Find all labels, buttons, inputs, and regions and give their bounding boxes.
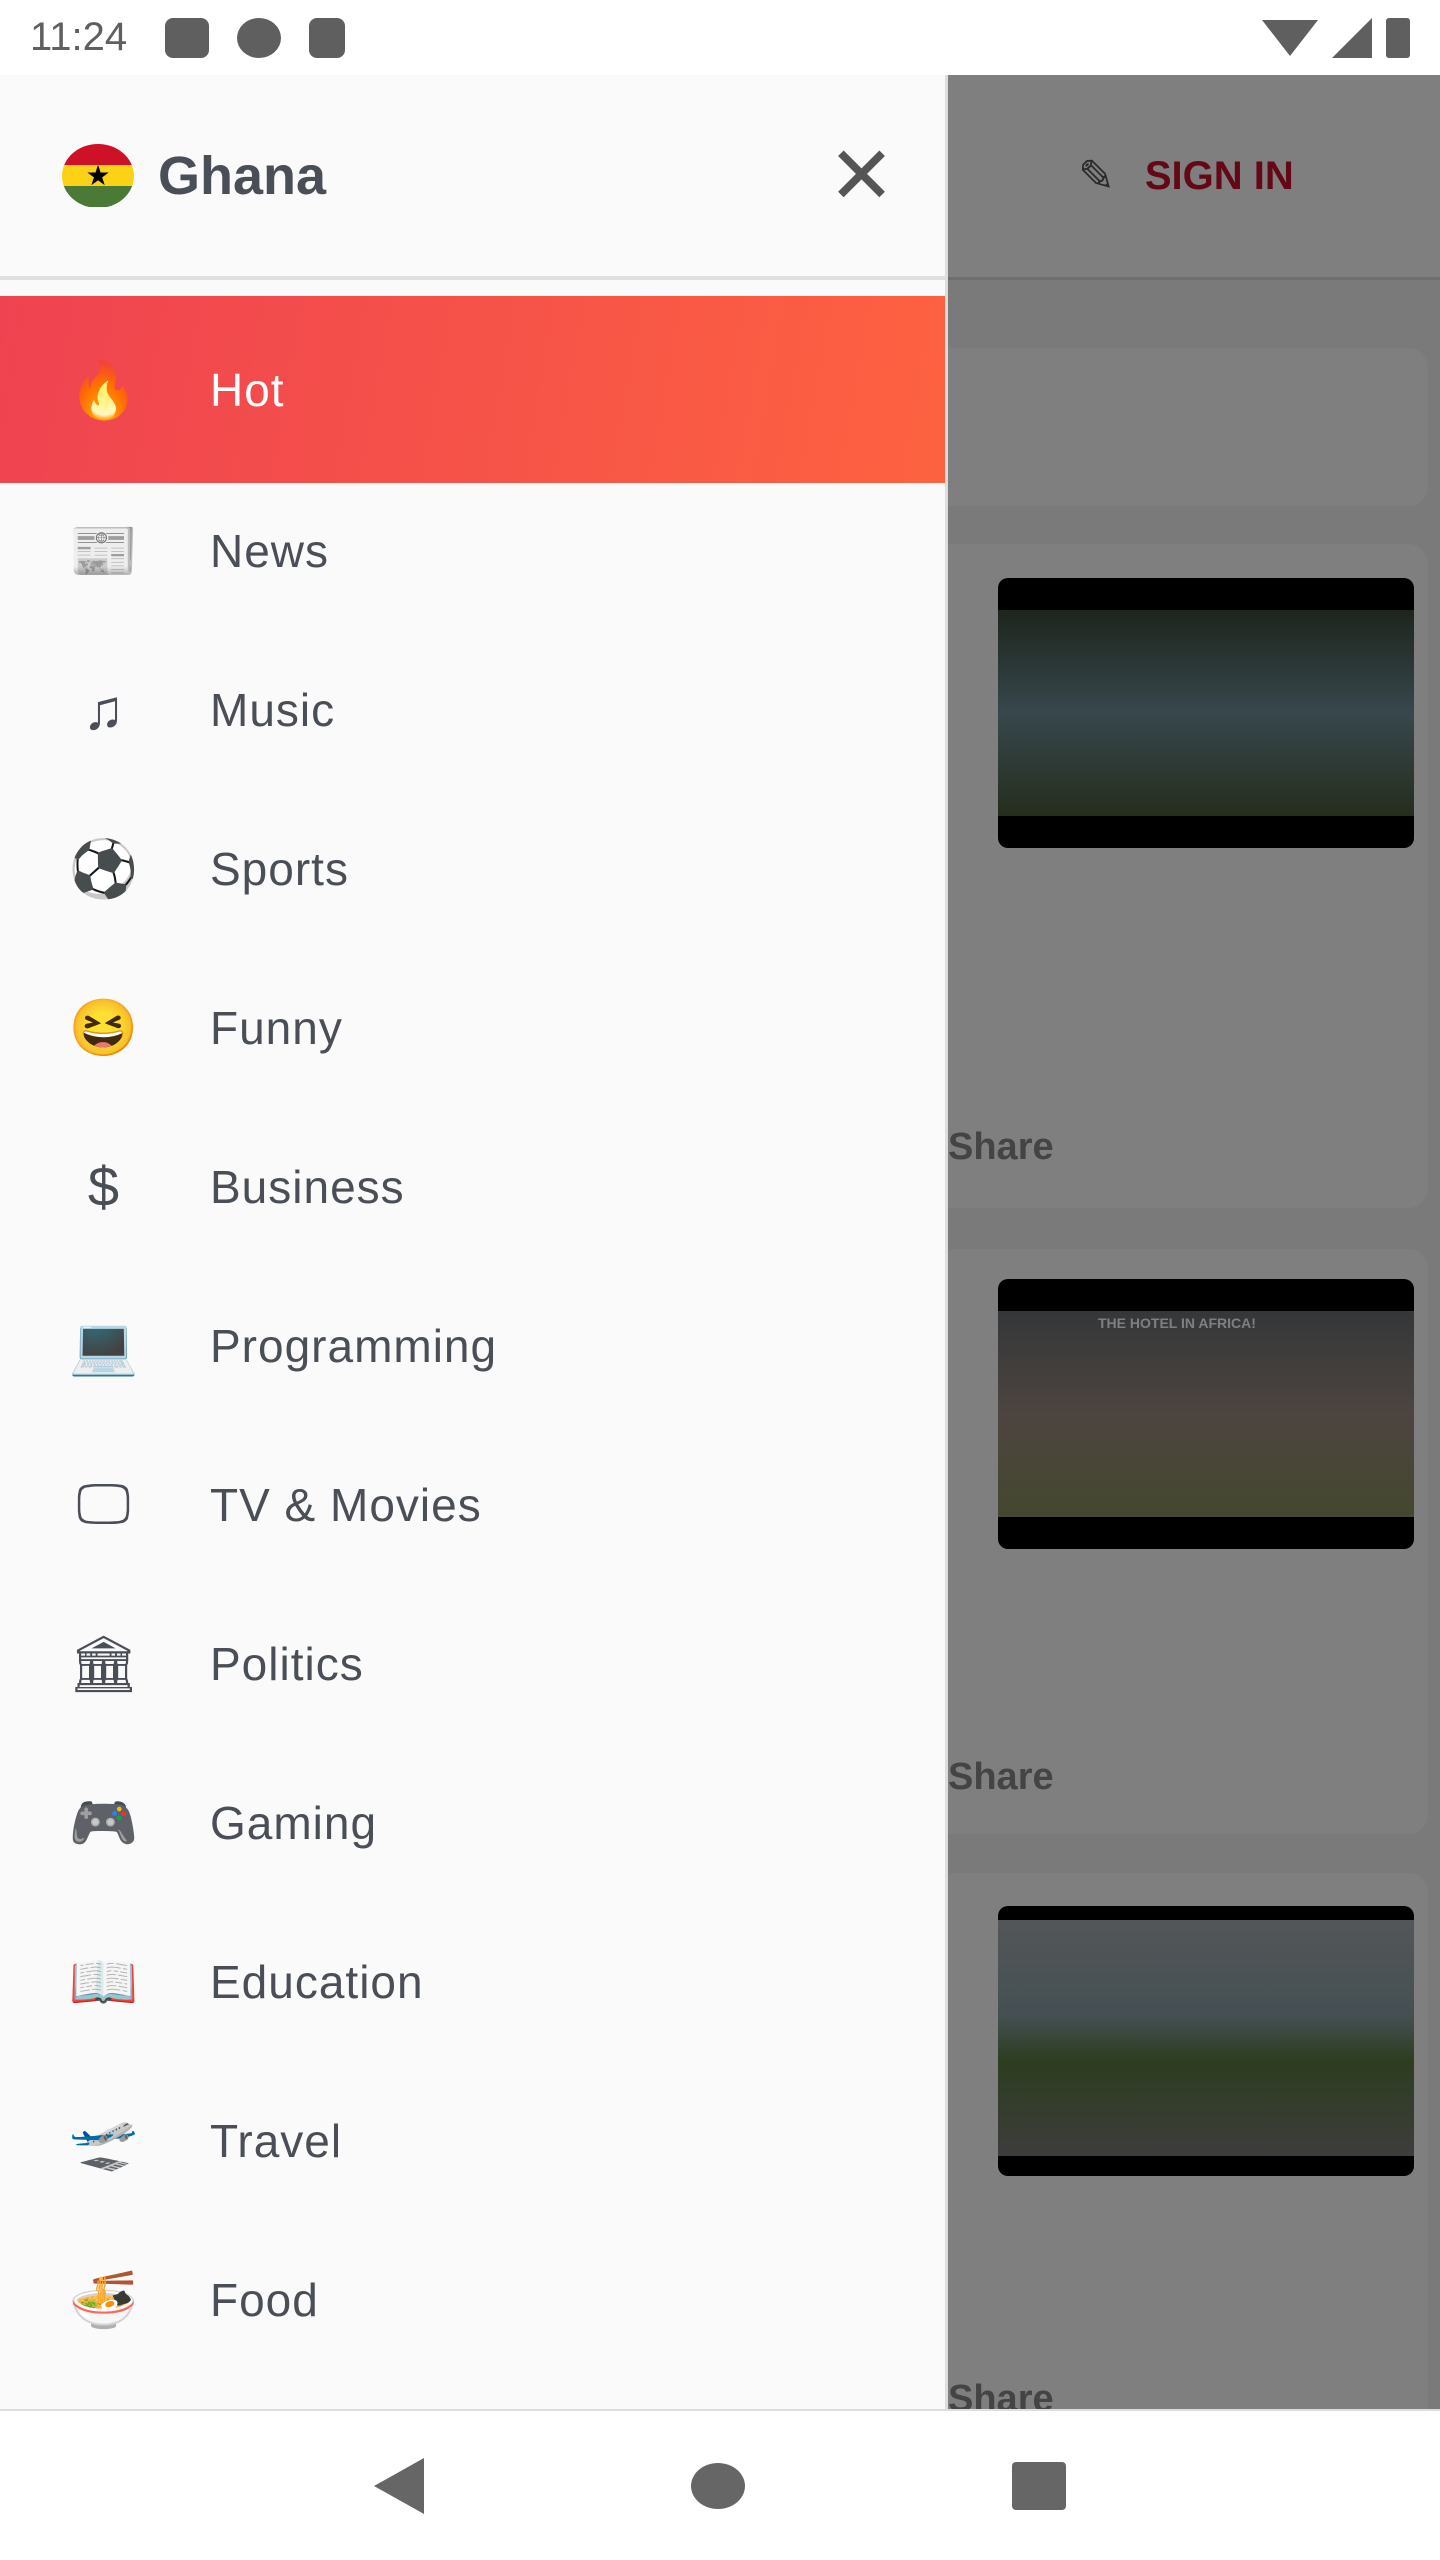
- wifi-icon: [1262, 19, 1318, 56]
- sidebar-item-travel[interactable]: 🛫 Travel: [0, 2061, 945, 2220]
- sidebar-item-label: Gaming: [210, 1796, 378, 1849]
- status-time: 11:24: [30, 15, 128, 59]
- sidebar-item-label: TV & Movies: [210, 1478, 482, 1531]
- scrim-overlay[interactable]: [948, 75, 1440, 2409]
- newspaper-icon: 📰: [68, 518, 140, 582]
- app-icon: [237, 17, 282, 58]
- drawer-header: ★ Ghana ✕: [0, 75, 945, 280]
- home-icon[interactable]: [690, 2462, 745, 2509]
- gamepad-icon: 🎮: [68, 1790, 140, 1854]
- sidebar-item-label: Travel: [210, 2114, 343, 2167]
- sidebar-item-business[interactable]: $ Business: [0, 1107, 945, 1266]
- sidebar-item-funny[interactable]: 😆 Funny: [0, 948, 945, 1107]
- dollar-icon: $: [87, 1155, 121, 1218]
- sidebar-item-label: News: [210, 524, 330, 577]
- sidebar-item-label: Food: [210, 2273, 319, 2326]
- laptop-code-icon: 💻: [68, 1313, 140, 1377]
- soccer-ball-icon: ⚽: [68, 836, 140, 900]
- back-icon[interactable]: [373, 2457, 424, 2514]
- book-icon: 📖: [68, 1949, 140, 2013]
- youtube-icon: [165, 17, 210, 58]
- fire-icon: 🔥: [68, 357, 140, 421]
- sidebar-item-label: Education: [210, 1955, 424, 2008]
- sidebar-item-sports[interactable]: ⚽ Sports: [0, 789, 945, 948]
- status-bar: 11:24: [0, 0, 1440, 75]
- signal-icon: [1332, 17, 1372, 58]
- close-icon[interactable]: ✕: [828, 135, 895, 216]
- battery-icon: [1386, 17, 1410, 58]
- sd-card-icon: [309, 17, 346, 58]
- category-list: 🔥 Hot 📰 News ♫ Music ⚽ Sports 😆 Funny $ Business 💻 Pr…: [0, 296, 945, 2379]
- sidebar-item-label: Politics: [210, 1637, 364, 1690]
- sidebar-item-politics[interactable]: 🏛 Politics: [0, 1584, 945, 1743]
- government-building-icon: 🏛: [67, 1631, 141, 1695]
- sidebar-item-programming[interactable]: 💻 Programming: [0, 1266, 945, 1425]
- country-title[interactable]: Ghana: [158, 145, 326, 207]
- sidebar-item-label: Hot: [210, 363, 285, 416]
- plane-departure-icon: 🛫: [68, 2108, 140, 2172]
- laughing-face-icon: 😆: [68, 995, 140, 1059]
- system-nav-bar: [0, 2409, 1440, 2560]
- sidebar-item-music[interactable]: ♫ Music: [0, 630, 945, 789]
- bowl-icon: 🍜: [68, 2267, 140, 2331]
- sidebar-item-gaming[interactable]: 🎮 Gaming: [0, 1743, 945, 1902]
- sidebar-item-label: Programming: [210, 1319, 498, 1372]
- sidebar-item-label: Music: [210, 683, 336, 736]
- sidebar-item-food[interactable]: 🍜 Food: [0, 2220, 945, 2379]
- sidebar-item-label: Business: [210, 1160, 405, 1213]
- sidebar-item-education[interactable]: 📖 Education: [0, 1902, 945, 2061]
- tv-icon: 🖵: [76, 1472, 132, 1535]
- recents-icon[interactable]: [1012, 2461, 1067, 2510]
- navigation-drawer: ★ Ghana ✕ 🔥 Hot 📰 News ♫ Music ⚽ Sports 😆 Funny $ B…: [0, 75, 948, 2409]
- sidebar-item-news[interactable]: 📰 News: [0, 471, 945, 630]
- music-note-icon: ♫: [82, 678, 126, 741]
- sidebar-item-tv-movies[interactable]: 🖵 TV & Movies: [0, 1425, 945, 1584]
- sidebar-item-label: Funny: [210, 1001, 343, 1054]
- sidebar-item-hot[interactable]: 🔥 Hot: [0, 296, 945, 483]
- ghana-flag-icon: ★: [62, 143, 134, 208]
- sidebar-item-label: Sports: [210, 842, 349, 895]
